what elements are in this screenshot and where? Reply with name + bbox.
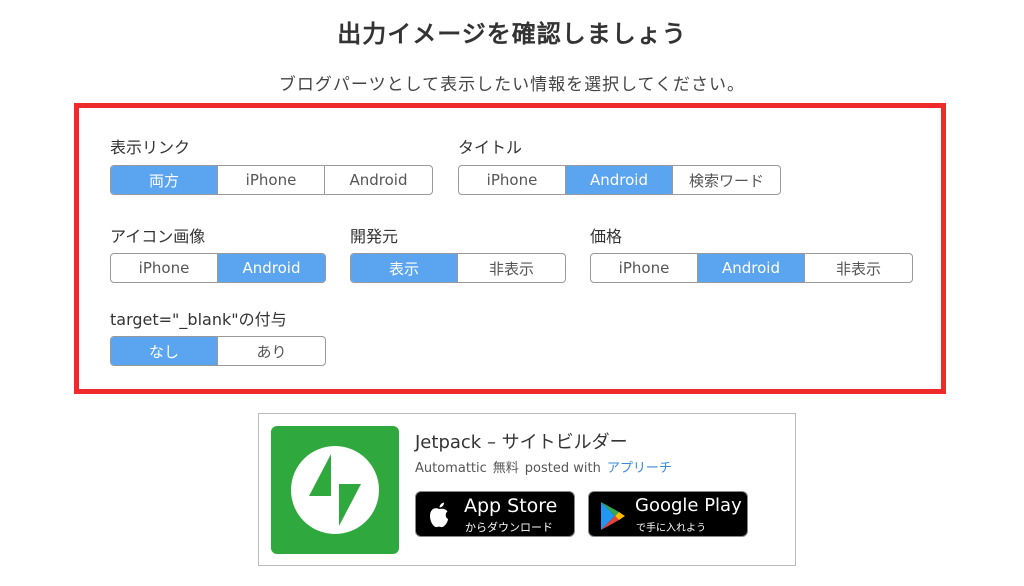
developer-label: 開発元 xyxy=(350,227,399,246)
price-option-android[interactable]: Android xyxy=(698,254,805,282)
jetpack-app-icon[interactable] xyxy=(271,426,399,554)
price-toggle: iPhone Android 非表示 xyxy=(590,253,913,283)
title-option-label: タイトル xyxy=(458,138,523,157)
price-option-hide[interactable]: 非表示 xyxy=(805,254,912,282)
developer-option-hide[interactable]: 非表示 xyxy=(458,254,565,282)
icon-image-option-android[interactable]: Android xyxy=(218,254,325,282)
display-link-toggle: 両方 iPhone Android xyxy=(110,165,433,195)
icon-image-toggle: iPhone Android xyxy=(110,253,326,283)
icon-image-option-iphone[interactable]: iPhone xyxy=(111,254,218,282)
google-play-big-text: Google Play xyxy=(635,495,742,516)
google-play-icon xyxy=(601,502,625,530)
target-blank-label: target="_blank"の付与 xyxy=(110,310,287,329)
price-label: 価格 xyxy=(590,227,623,246)
price-text: 無料 xyxy=(492,461,519,476)
title-option-android[interactable]: Android xyxy=(566,166,673,194)
apple-icon xyxy=(430,502,448,528)
developer-toggle: 表示 非表示 xyxy=(350,253,566,283)
display-link-option-android[interactable]: Android xyxy=(325,166,432,194)
developer-option-show[interactable]: 表示 xyxy=(351,254,458,282)
app-preview-card: Jetpack – サイトビルダー Automattic 無料 posted wit… xyxy=(258,413,796,566)
title-option-iphone[interactable]: iPhone xyxy=(459,166,566,194)
app-store-big-text: App Store xyxy=(464,495,558,517)
google-play-small-text: で手に入れよう xyxy=(636,523,706,534)
app-meta: Automattic 無料 posted with アプリーチ xyxy=(415,457,672,476)
target-blank-toggle: なし あり xyxy=(110,336,326,366)
page-subtitle: ブログパーツとして表示したい情報を選択してください。 xyxy=(278,75,746,95)
developer-name: Automattic xyxy=(415,461,487,476)
app-store-badge[interactable]: App Store からダウンロード xyxy=(415,491,575,537)
posted-with-text: posted with xyxy=(524,461,601,476)
display-link-option-iphone[interactable]: iPhone xyxy=(218,166,325,194)
appreach-link[interactable]: アプリーチ xyxy=(607,461,672,476)
target-blank-option-none[interactable]: なし xyxy=(111,337,218,365)
title-toggle: iPhone Android 検索ワード xyxy=(458,165,781,195)
app-name[interactable]: Jetpack – サイトビルダー xyxy=(415,428,628,454)
app-store-small-text: からダウンロード xyxy=(465,521,553,534)
display-link-label: 表示リンク xyxy=(110,138,191,157)
google-play-badge[interactable]: Google Play で手に入れよう xyxy=(588,491,748,537)
target-blank-option-add[interactable]: あり xyxy=(218,337,325,365)
title-option-search-word[interactable]: 検索ワード xyxy=(673,166,780,194)
page-title: 出力イメージを確認しましょう xyxy=(337,20,687,48)
jetpack-bolt-icon xyxy=(291,446,379,534)
price-option-iphone[interactable]: iPhone xyxy=(591,254,698,282)
icon-image-label: アイコン画像 xyxy=(110,227,206,246)
display-link-option-both[interactable]: 両方 xyxy=(111,166,218,194)
options-panel: 表示リンク 両方 iPhone Android タイトル iPhone Andr… xyxy=(74,103,946,394)
